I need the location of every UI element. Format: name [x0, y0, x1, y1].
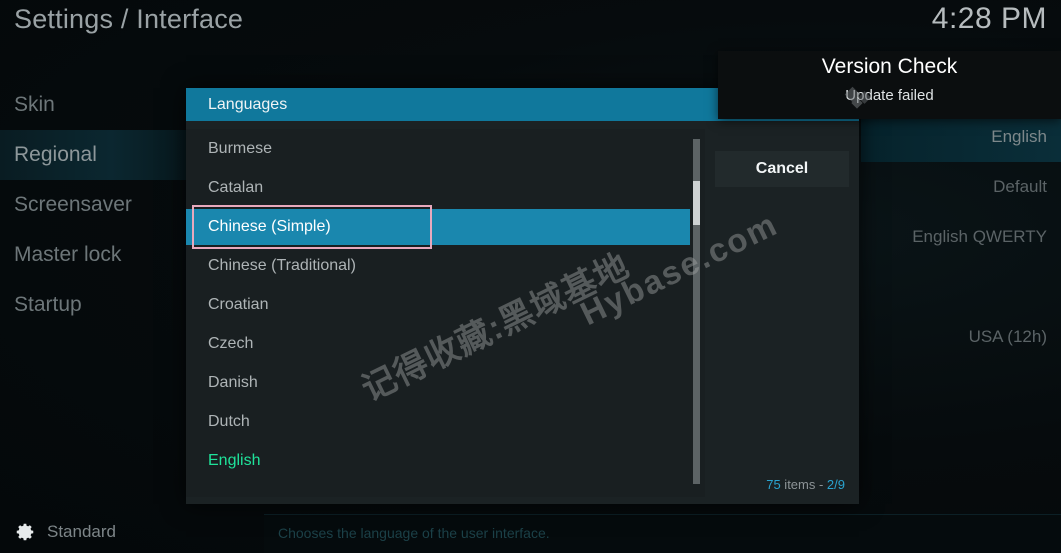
list-item-selected[interactable]: Chinese (Simple): [186, 204, 705, 249]
page-title: Settings / Interface: [14, 4, 244, 34]
description-bar: Chooses the language of the user interfa…: [264, 514, 1061, 553]
window-header: Settings / Interface 4:28 PM: [0, 0, 1061, 56]
settings-level-control[interactable]: Standard: [14, 521, 116, 543]
dialog-title: Languages: [208, 95, 288, 113]
list-item-label: English: [208, 451, 261, 469]
list-item-label: Catalan: [208, 178, 264, 196]
description-text: Chooses the language of the user interfa…: [278, 525, 550, 541]
sidebar-item-skin[interactable]: Skin: [0, 80, 186, 130]
sidebar-item-screensaver[interactable]: Screensaver: [0, 180, 186, 230]
setting-value-character-set[interactable]: Default: [861, 162, 1061, 212]
sidebar-item-master-lock[interactable]: Master lock: [0, 230, 186, 280]
item-count-page: 2/9: [826, 477, 845, 492]
kodi-settings-screen: Settings / Interface 4:28 PM Skin Region…: [0, 0, 1061, 553]
sidebar-item-label: Skin: [14, 93, 55, 116]
sidebar-item-label: Screensaver: [14, 193, 132, 216]
scrollbar[interactable]: [693, 139, 700, 484]
list-item[interactable]: Czech: [186, 324, 705, 363]
item-count-total: 75: [766, 477, 781, 492]
list-item-label: Croatian: [208, 295, 269, 313]
list-item[interactable]: Croatian: [186, 285, 705, 324]
list-item-label: Chinese (Traditional): [208, 256, 356, 274]
settings-level-label: Standard: [47, 522, 116, 541]
cancel-button[interactable]: Cancel: [715, 151, 849, 187]
list-item-label: Chinese (Simple): [208, 217, 331, 235]
setting-value-language[interactable]: English: [861, 112, 1061, 162]
sidebar-item-startup[interactable]: Startup: [0, 280, 186, 330]
sidebar-item-label: Startup: [14, 293, 82, 316]
kodi-logo-icon: [838, 85, 882, 119]
languages-dialog: Languages Burmese Catalan Chinese (Simpl…: [186, 88, 859, 504]
list-item[interactable]: Burmese: [186, 129, 705, 168]
setting-value-label: Default: [993, 177, 1047, 196]
dialog-side-panel: Cancel 75 items - 2/9: [705, 121, 859, 504]
item-count-separator: items -: [780, 477, 827, 492]
list-item-current[interactable]: English: [186, 441, 705, 480]
settings-value-column: English Default English QWERTY USA (12h): [861, 112, 1061, 362]
dialog-body: Burmese Catalan Chinese (Simple) Chinese…: [186, 121, 859, 504]
scrollbar-thumb[interactable]: [693, 181, 700, 225]
list-item[interactable]: Danish: [186, 363, 705, 402]
list-item-label: Danish: [208, 373, 258, 391]
sidebar-item-label: Master lock: [14, 243, 122, 266]
item-count-status: 75 items - 2/9: [766, 477, 845, 492]
toast-title: Version Check: [821, 55, 958, 78]
setting-value-time-format[interactable]: USA (12h): [861, 312, 1061, 362]
list-item-label: Burmese: [208, 139, 273, 157]
list-item[interactable]: Catalan: [186, 168, 705, 207]
list-item[interactable]: Chinese (Traditional): [186, 246, 705, 285]
setting-value-keyboard-layout[interactable]: English QWERTY: [861, 212, 1061, 262]
language-list[interactable]: Burmese Catalan Chinese (Simple) Chinese…: [186, 129, 705, 497]
setting-value-spacer: [861, 262, 1061, 312]
list-item-label: Dutch: [208, 412, 250, 430]
settings-category-sidebar[interactable]: Skin Regional Screensaver Master lock St…: [0, 80, 186, 330]
list-item-label: Czech: [208, 334, 254, 352]
gear-icon[interactable]: [14, 521, 36, 543]
setting-value-label: USA (12h): [968, 327, 1047, 346]
setting-value-label: English QWERTY: [912, 227, 1047, 246]
notification-toast[interactable]: Version Check Update failed: [718, 51, 1061, 119]
list-item[interactable]: Dutch: [186, 402, 705, 441]
clock: 4:28 PM: [931, 2, 1047, 35]
sidebar-item-regional[interactable]: Regional: [0, 130, 186, 180]
toast-message: Update failed: [845, 87, 934, 104]
setting-value-label: English: [991, 127, 1047, 146]
sidebar-item-label: Regional: [14, 143, 97, 166]
